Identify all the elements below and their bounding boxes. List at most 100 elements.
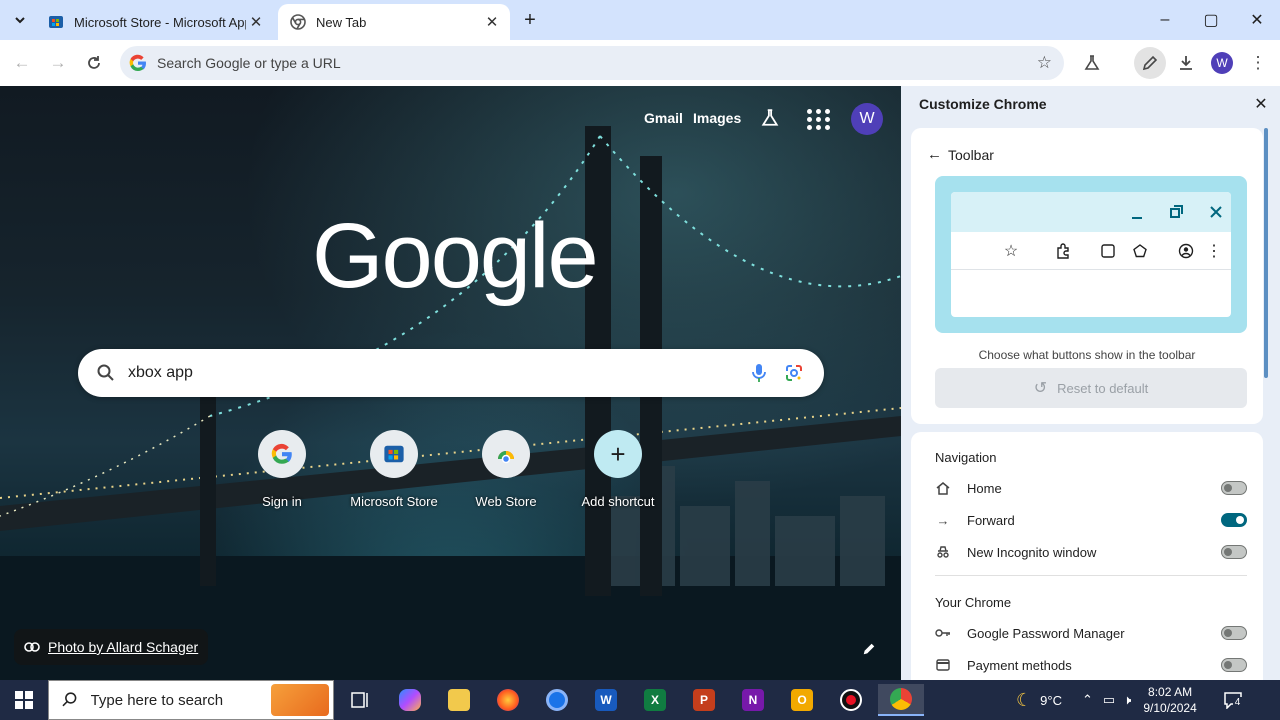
labs-link[interactable] xyxy=(758,106,782,130)
close-window-button[interactable]: ✕ xyxy=(1234,6,1280,34)
gmail-link[interactable]: Gmail xyxy=(644,110,683,126)
address-bar[interactable]: ☆ xyxy=(120,46,1064,80)
apps-button[interactable] xyxy=(806,106,832,132)
incognito-toggle[interactable] xyxy=(1221,545,1247,559)
toolbar-preview: ☆ ⋮ xyxy=(935,176,1247,333)
recorder-app[interactable] xyxy=(831,684,871,716)
tab-search-button[interactable] xyxy=(8,8,32,32)
images-link[interactable]: Images xyxy=(693,110,741,126)
reload-button[interactable] xyxy=(78,47,110,79)
copilot-icon xyxy=(399,689,421,711)
close-icon[interactable]: ✕ xyxy=(482,12,502,32)
weather-temp[interactable]: 9°C xyxy=(1040,693,1062,708)
chrome-app-1[interactable] xyxy=(537,684,577,716)
minimize-button[interactable]: – xyxy=(1142,6,1188,34)
browser-toolbar: ← → ☆ W ⋮ xyxy=(0,40,1280,86)
chevron-up-icon[interactable]: ⌃ xyxy=(1082,692,1093,708)
option-label: Home xyxy=(967,480,1002,496)
profile-icon xyxy=(1176,241,1196,261)
preview-toolbar: ☆ ⋮ xyxy=(951,232,1231,270)
chrome-menu-button[interactable]: ⋮ xyxy=(1242,47,1274,79)
account-avatar[interactable]: W xyxy=(851,103,883,135)
bookmark-star-icon[interactable]: ☆ xyxy=(1037,53,1052,73)
section-divider xyxy=(935,575,1247,576)
toolbar-option-forward: → Forward xyxy=(935,508,1247,532)
notification-count: 4 xyxy=(1232,697,1243,708)
copilot-app[interactable] xyxy=(390,684,430,716)
chrome-app-active[interactable] xyxy=(878,684,924,716)
tab-new-tab[interactable]: New Tab ✕ xyxy=(278,4,510,40)
tab-microsoft-store[interactable]: Microsoft Store - Microsoft App ✕ xyxy=(36,4,274,40)
microsoft-store-favicon xyxy=(48,14,64,30)
toolbar-buttons-card: Navigation Home → Forward New Incognito … xyxy=(911,432,1263,692)
firefox-app[interactable] xyxy=(488,684,528,716)
shortcut-web-store[interactable]: Web Store xyxy=(450,430,562,509)
volume-icon[interactable]: 🕨 xyxy=(1123,692,1131,708)
reset-to-default-button[interactable]: ↺ Reset to default xyxy=(935,368,1247,408)
photo-credit-link[interactable]: Photo by Allard Schager xyxy=(14,629,209,665)
shortcut-add[interactable]: + Add shortcut xyxy=(562,430,674,509)
word-app[interactable]: W xyxy=(586,684,626,716)
customize-chrome-button[interactable] xyxy=(1134,47,1166,79)
system-tray: ☾ 9°C ⌃ ▭ 🕨 8:02 AM 9/10/2024 4 xyxy=(1016,680,1243,720)
close-icon[interactable]: ✕ xyxy=(246,12,266,32)
plus-icon: + xyxy=(594,430,642,478)
toolbar-option-password-manager: Google Password Manager xyxy=(935,621,1247,645)
back-button[interactable]: ← xyxy=(6,47,38,79)
forward-button[interactable]: → xyxy=(42,47,74,79)
downloads-button[interactable] xyxy=(1170,47,1202,79)
task-view-button[interactable] xyxy=(340,684,380,716)
new-tab-button[interactable]: + xyxy=(518,8,542,32)
shortcut-microsoft-store[interactable]: Microsoft Store xyxy=(338,430,450,509)
reset-icon: ↺ xyxy=(1033,380,1048,397)
search-icon xyxy=(62,692,77,707)
windows-taskbar: W X P N O ☾ 9°C ⌃ ▭ 🕨 8:02 AM 9/10/2024 … xyxy=(0,680,1280,720)
payment-methods-toggle[interactable] xyxy=(1221,658,1247,672)
new-tab-page: Gmail Images W Google Sign in Micr xyxy=(0,86,901,680)
arrow-left-icon: ← xyxy=(927,146,942,163)
section-title-your-chrome: Your Chrome xyxy=(935,595,1012,610)
panel-close-button[interactable]: ✕ xyxy=(1249,92,1273,116)
chrome-icon xyxy=(890,688,912,710)
microphone-icon xyxy=(752,364,766,382)
onenote-icon: N xyxy=(742,689,764,711)
clock[interactable]: 8:02 AM 9/10/2024 xyxy=(1143,684,1196,716)
forward-toggle[interactable] xyxy=(1221,513,1247,527)
outlook-app[interactable]: O xyxy=(782,684,822,716)
shortcut-sign-in[interactable]: Sign in xyxy=(226,430,338,509)
close-icon xyxy=(1206,202,1226,222)
taskbar-search-input[interactable] xyxy=(90,691,271,709)
panel-scrollbar[interactable] xyxy=(1264,128,1268,378)
link-icon xyxy=(24,642,40,652)
password-manager-toggle[interactable] xyxy=(1221,626,1247,640)
network-icon[interactable]: ▭ xyxy=(1103,692,1115,708)
home-toggle[interactable] xyxy=(1221,481,1247,495)
onenote-app[interactable]: N xyxy=(733,684,773,716)
toolbar-option-payment-methods: Payment methods xyxy=(935,653,1247,677)
google-logo: Google xyxy=(312,205,599,307)
profile-button[interactable]: W xyxy=(1206,47,1238,79)
ntp-search-input[interactable] xyxy=(128,364,750,382)
back-to-customize-button[interactable]: ← Toolbar xyxy=(927,146,994,163)
ntp-search-box[interactable] xyxy=(78,349,824,397)
file-explorer-app[interactable] xyxy=(439,684,479,716)
pencil-icon xyxy=(863,643,875,655)
photo-credit-text: Photo by Allard Schager xyxy=(48,639,199,655)
voice-search-button[interactable] xyxy=(750,363,768,383)
notifications-button[interactable]: 4 xyxy=(1223,691,1243,709)
omnibox-input[interactable] xyxy=(157,55,1037,71)
powerpoint-app[interactable]: P xyxy=(684,684,724,716)
taskbar-search[interactable] xyxy=(48,680,334,720)
download-icon xyxy=(1180,56,1192,70)
customize-button[interactable] xyxy=(854,634,884,664)
lens-search-button[interactable] xyxy=(784,363,804,383)
excel-app[interactable]: X xyxy=(635,684,675,716)
toolbar-option-home: Home xyxy=(935,476,1247,500)
arrow-right-icon: → xyxy=(49,53,67,72)
labs-button[interactable] xyxy=(1076,47,1108,79)
start-button[interactable] xyxy=(4,684,44,716)
maximize-button[interactable]: ▢ xyxy=(1188,6,1234,34)
weather-moon-icon[interactable]: ☾ xyxy=(1016,690,1032,711)
windows-logo-icon xyxy=(15,691,33,709)
flask-icon xyxy=(761,109,779,126)
